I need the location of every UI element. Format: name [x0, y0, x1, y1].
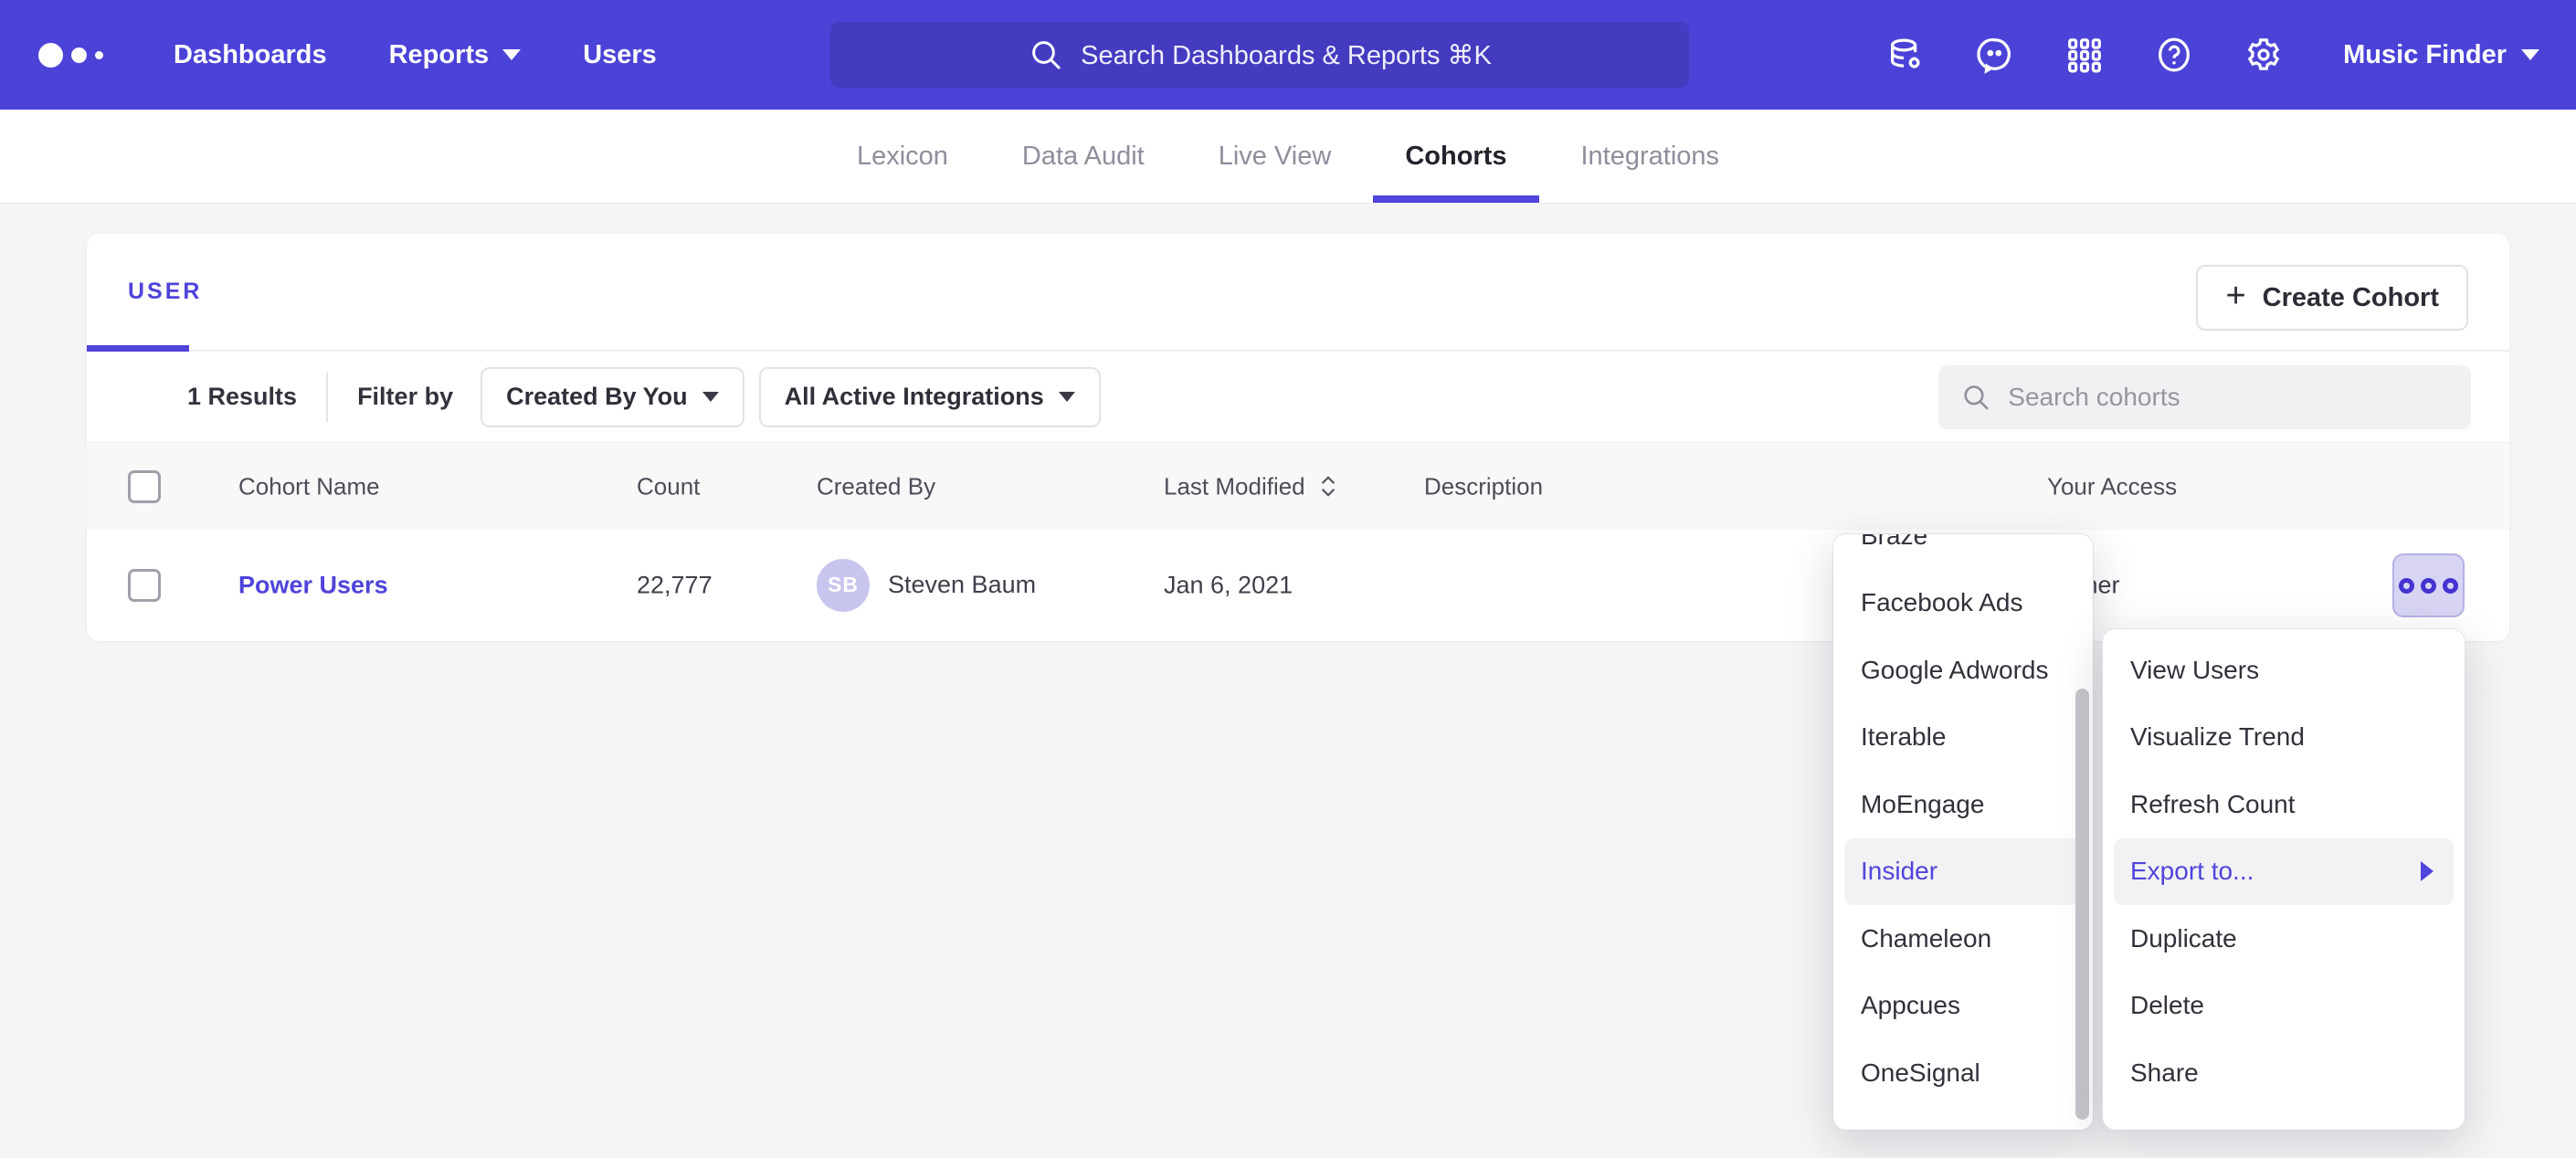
cohort-name-link[interactable]: Power Users: [238, 571, 388, 599]
column-cohort-name[interactable]: Cohort Name: [238, 472, 380, 500]
created-by-name: Steven Baum: [888, 571, 1036, 599]
submenu-item-onesignal[interactable]: OneSignal: [1833, 1039, 2093, 1107]
last-modified-cell: Jan 6, 2021: [1164, 571, 1293, 599]
chevron-down-icon: [1059, 392, 1075, 402]
nav-reports-label: Reports: [389, 40, 490, 70]
create-cohort-label: Create Cohort: [2263, 283, 2439, 313]
submenu-arrow-icon: [2421, 861, 2433, 881]
cohort-count: 22,777: [637, 571, 713, 599]
chevron-down-icon: [2521, 49, 2539, 60]
results-count: 1 Results: [187, 383, 297, 411]
project-name: Music Finder: [2343, 40, 2507, 70]
plus-icon: +: [2225, 279, 2245, 313]
nav-users-label: Users: [583, 40, 657, 70]
submenu-item-moengage[interactable]: MoEngage: [1833, 771, 2093, 838]
integrations-filter-label: All Active Integrations: [785, 383, 1044, 411]
mixpanel-logo-icon[interactable]: [38, 43, 121, 68]
export-submenu-list: Braze Facebook Ads Google Adwords Iterab…: [1833, 534, 2093, 1107]
table-header: Cohort Name Count Created By Last Modifi…: [87, 443, 2509, 530]
nav-dashboards-label: Dashboards: [174, 40, 327, 70]
tab-cohorts[interactable]: Cohorts: [1405, 110, 1506, 203]
menu-item-visualize-trend[interactable]: Visualize Trend: [2103, 704, 2465, 772]
filter-toolbar: 1 Results Filter by Created By You All A…: [87, 352, 2509, 443]
tab-data-audit-label: Data Audit: [1022, 142, 1145, 172]
created-by-filter-dropdown[interactable]: Created By You: [480, 367, 744, 427]
tab-cohorts-label: Cohorts: [1405, 142, 1506, 172]
menu-item-share[interactable]: Share: [2103, 1039, 2465, 1107]
submenu-item-insider[interactable]: Insider: [1844, 838, 2082, 906]
chevron-down-icon: [502, 49, 521, 60]
column-description[interactable]: Description: [1424, 472, 1543, 500]
active-tab-underline: [87, 345, 189, 352]
submenu-item-google-adwords[interactable]: Google Adwords: [1833, 637, 2093, 704]
submenu-item-braze[interactable]: Braze: [1833, 534, 2093, 570]
table-row: Power Users 22,777 SB Steven Baum Jan 6,…: [87, 530, 2509, 640]
tab-live-view[interactable]: Live View: [1219, 110, 1332, 203]
avatar: SB: [817, 559, 870, 612]
select-all-checkbox[interactable]: [128, 470, 161, 503]
menu-item-export-to[interactable]: Export to...: [2114, 838, 2454, 906]
filter-by-label: Filter by: [357, 383, 453, 411]
tab-integrations[interactable]: Integrations: [1581, 110, 1720, 203]
settings-gear-icon[interactable]: [2243, 34, 2285, 76]
submenu-item-facebook-ads[interactable]: Facebook Ads: [1833, 570, 2093, 637]
sort-icon[interactable]: [1318, 474, 1338, 500]
created-by-filter-label: Created By You: [506, 383, 688, 411]
create-cohort-button[interactable]: + Create Cohort: [2196, 265, 2468, 331]
section-tabs: Lexicon Data Audit Live View Cohorts Int…: [0, 110, 2576, 204]
nav-reports[interactable]: Reports: [358, 0, 553, 110]
menu-item-delete[interactable]: Delete: [2103, 973, 2465, 1040]
nav-right-cluster: Music Finder: [1884, 0, 2539, 110]
nav-users[interactable]: Users: [552, 0, 688, 110]
global-search-input[interactable]: Search Dashboards & Reports ⌘K: [830, 22, 1689, 88]
global-search-placeholder: Search Dashboards & Reports ⌘K: [1081, 39, 1492, 71]
submenu-item-appcues[interactable]: Appcues: [1833, 973, 2093, 1040]
tab-live-view-label: Live View: [1219, 142, 1332, 172]
search-icon: [1960, 380, 1991, 415]
tab-lexicon[interactable]: Lexicon: [857, 110, 948, 203]
menu-item-export-to-label: Export to...: [2130, 857, 2254, 886]
export-submenu: Braze Facebook Ads Google Adwords Iterab…: [1833, 534, 2093, 1130]
row-context-menu: View Users Visualize Trend Refresh Count…: [2103, 629, 2465, 1130]
chevron-down-icon: [702, 392, 719, 402]
submenu-item-iterable[interactable]: Iterable: [1833, 704, 2093, 772]
column-last-modified[interactable]: Last Modified: [1164, 472, 1338, 500]
dot-icon: [2443, 578, 2458, 594]
tab-data-audit[interactable]: Data Audit: [1022, 110, 1145, 203]
column-last-modified-label: Last Modified: [1164, 472, 1305, 500]
project-switcher[interactable]: Music Finder: [2343, 40, 2539, 70]
primary-nav: Dashboards Reports Users: [143, 0, 688, 110]
cohort-search-input[interactable]: [2008, 383, 2449, 412]
app-window: Dashboards Reports Users Search Dashboar…: [0, 0, 2576, 1158]
integrations-filter-dropdown[interactable]: All Active Integrations: [759, 367, 1101, 427]
menu-item-view-users[interactable]: View Users: [2103, 637, 2465, 704]
row-checkbox[interactable]: [128, 569, 161, 602]
menu-item-refresh-count[interactable]: Refresh Count: [2103, 771, 2465, 838]
column-created-by[interactable]: Created By: [817, 472, 935, 500]
cohort-search-box: [1938, 365, 2471, 429]
column-your-access[interactable]: Your Access: [2047, 472, 2177, 500]
apps-grid-icon[interactable]: [2064, 34, 2106, 76]
column-count[interactable]: Count: [637, 472, 700, 500]
feedback-icon[interactable]: [1974, 34, 2016, 76]
cohorts-card-header: USER + Create Cohort: [87, 234, 2509, 352]
tab-user-cohorts[interactable]: USER: [128, 279, 202, 305]
search-icon: [1028, 37, 1064, 73]
dot-icon: [2421, 578, 2436, 594]
row-actions-button[interactable]: [2392, 553, 2465, 617]
divider: [326, 373, 328, 422]
menu-item-duplicate[interactable]: Duplicate: [2103, 905, 2465, 973]
nav-dashboards[interactable]: Dashboards: [143, 0, 358, 110]
dot-icon: [2399, 578, 2414, 594]
tab-integrations-label: Integrations: [1581, 142, 1720, 172]
created-by-cell: SB Steven Baum: [817, 559, 1036, 612]
submenu-item-chameleon[interactable]: Chameleon: [1833, 905, 2093, 973]
data-management-icon[interactable]: [1884, 34, 1927, 76]
tab-lexicon-label: Lexicon: [857, 142, 948, 172]
top-nav: Dashboards Reports Users Search Dashboar…: [0, 0, 2576, 110]
help-icon[interactable]: [2153, 34, 2195, 76]
submenu-scrollbar[interactable]: [2075, 689, 2089, 1120]
cohorts-card: USER + Create Cohort 1 Results Filter by…: [87, 234, 2509, 641]
